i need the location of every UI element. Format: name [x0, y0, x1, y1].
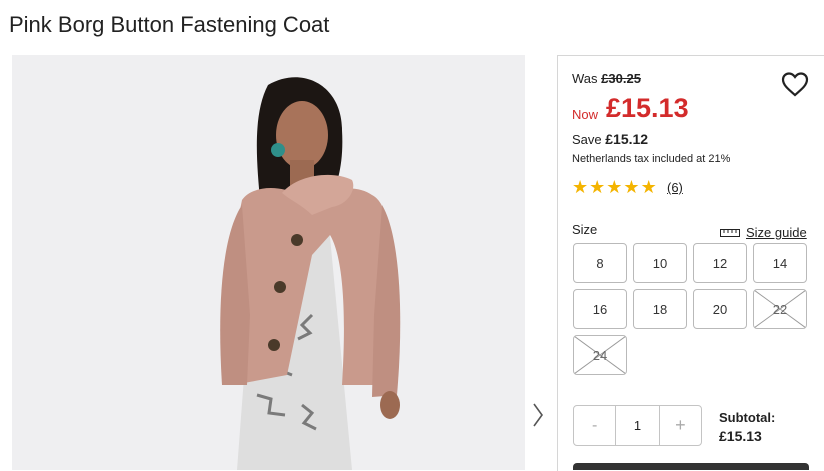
- size-option-label: 10: [652, 255, 668, 271]
- star-icon: ★: [640, 177, 657, 197]
- size-option-label: 12: [712, 255, 728, 271]
- was-label: Was: [572, 71, 598, 86]
- size-option-unavailable[interactable]: 22: [753, 289, 807, 329]
- size-option-label: 18: [652, 301, 668, 317]
- increase-quantity-button[interactable]: +: [658, 406, 701, 445]
- size-guide-label: Size guide: [746, 225, 807, 240]
- product-image[interactable]: [12, 55, 525, 470]
- quantity-input[interactable]: 1: [616, 406, 658, 445]
- star-icon: ★: [606, 177, 623, 197]
- size-option-label: 22: [772, 301, 788, 317]
- size-option[interactable]: 12: [693, 243, 747, 283]
- was-price: Was £30.25: [572, 71, 641, 86]
- star-icon: ★: [589, 177, 606, 197]
- size-option-label: 24: [592, 347, 608, 363]
- save-amount: Save £15.12: [572, 131, 648, 147]
- size-option[interactable]: 20: [693, 289, 747, 329]
- now-label: Now: [572, 107, 599, 122]
- size-option-label: 16: [592, 301, 608, 317]
- size-label: Size: [572, 222, 598, 237]
- size-option-label: 20: [712, 301, 728, 317]
- size-option-unavailable[interactable]: 24: [573, 335, 627, 375]
- decrease-quantity-button[interactable]: -: [574, 406, 617, 445]
- was-value: £30.25: [601, 71, 641, 86]
- ruler-icon: [720, 228, 740, 237]
- add-to-bag-button[interactable]: [573, 463, 809, 470]
- size-option[interactable]: 18: [633, 289, 687, 329]
- save-value: £15.12: [605, 131, 649, 147]
- heart-icon[interactable]: [781, 71, 809, 97]
- subtotal-label: Subtotal:: [719, 410, 776, 425]
- size-option[interactable]: 14: [753, 243, 807, 283]
- star-icon: ★: [572, 177, 589, 197]
- reviews-link[interactable]: (6): [667, 180, 683, 195]
- save-label: Save: [572, 132, 602, 147]
- size-option-label: 14: [772, 255, 788, 271]
- chevron-right-icon[interactable]: [527, 400, 549, 430]
- size-guide-link[interactable]: Size guide: [720, 225, 807, 240]
- size-option[interactable]: 16: [573, 289, 627, 329]
- rating-stars: ★ ★ ★ ★ ★: [572, 178, 657, 196]
- model-photo: [12, 55, 525, 470]
- now-price: £15.13: [606, 93, 689, 123]
- size-option[interactable]: 8: [573, 243, 627, 283]
- star-icon: ★: [623, 177, 640, 197]
- product-title: Pink Borg Button Fastening Coat: [9, 12, 330, 37]
- subtotal-value: £15.13: [719, 428, 762, 444]
- tax-note: Netherlands tax included at 21%: [572, 153, 731, 165]
- size-option[interactable]: 10: [633, 243, 687, 283]
- quantity-stepper: - 1 +: [573, 405, 702, 446]
- size-option-label: 8: [596, 255, 604, 271]
